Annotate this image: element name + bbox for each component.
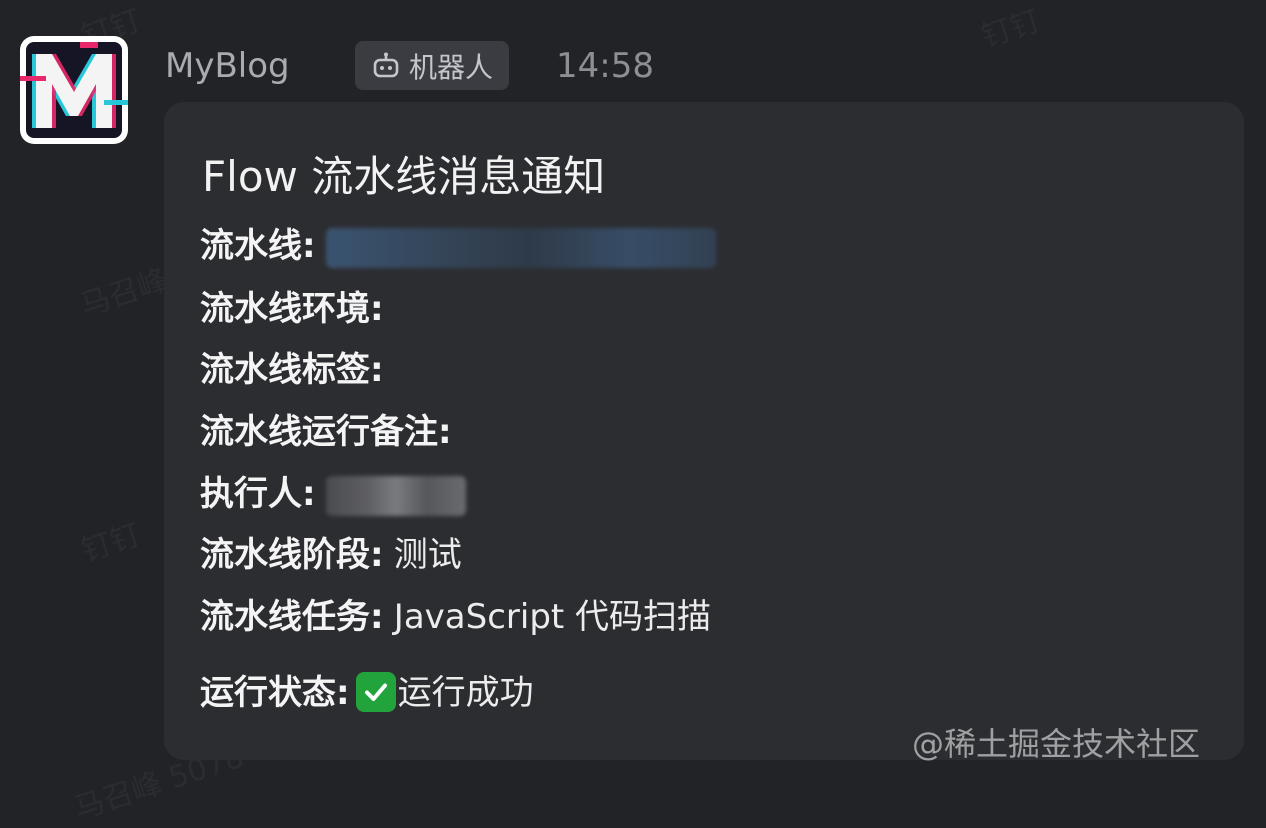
pipeline-stage-row: 流水线阶段: 测试	[200, 530, 462, 580]
watermark-text: 马召峰	[73, 255, 172, 325]
run-status-value: 运行成功	[397, 673, 534, 713]
bot-badge: 机器人	[355, 41, 509, 90]
pipeline-tag-row: 流水线标签:	[200, 345, 384, 395]
pipeline-label: 流水线:	[200, 226, 316, 266]
pipeline-task-value: JavaScript 代码扫描	[393, 597, 712, 637]
redacted-pipeline-name	[325, 227, 716, 268]
pipeline-env-label: 流水线环境:	[200, 289, 384, 329]
card-title: Flow 流水线消息通知	[202, 152, 606, 201]
executor-row: 执行人:	[200, 469, 466, 519]
redacted-executor-name	[325, 475, 466, 516]
pipeline-env-row: 流水线环境:	[200, 284, 384, 334]
run-status-row: 运行状态: 运行成功	[200, 668, 534, 718]
sender-avatar[interactable]	[20, 36, 128, 144]
watermark-text: 钉钉	[975, 0, 1046, 56]
pipeline-task-row: 流水线任务: JavaScript 代码扫描	[200, 592, 711, 642]
sender-name[interactable]: MyBlog	[165, 42, 290, 90]
source-watermark: @稀土掘金技术社区	[912, 725, 1201, 763]
message-time: 14:58	[556, 46, 654, 86]
pipeline-remark-label: 流水线运行备注:	[200, 412, 452, 452]
pipeline-tag-label: 流水线标签:	[200, 350, 384, 390]
message-card[interactable]: Flow 流水线消息通知 流水线: 流水线环境: 流水线标签: 流水线运行备注:…	[164, 102, 1244, 760]
pipeline-row: 流水线:	[200, 221, 716, 271]
myblog-logo-icon	[20, 42, 128, 138]
bot-badge-label: 机器人	[408, 50, 493, 84]
executor-label: 执行人:	[200, 474, 316, 514]
pipeline-stage-label: 流水线阶段:	[200, 535, 384, 575]
watermark-text: 钉钉	[75, 510, 146, 570]
pipeline-remark-row: 流水线运行备注:	[200, 407, 452, 457]
check-mark-icon	[355, 672, 396, 712]
pipeline-task-label: 流水线任务:	[200, 597, 384, 637]
run-status-label: 运行状态:	[200, 673, 350, 713]
pipeline-stage-value: 测试	[393, 535, 462, 575]
robot-icon	[371, 51, 401, 81]
